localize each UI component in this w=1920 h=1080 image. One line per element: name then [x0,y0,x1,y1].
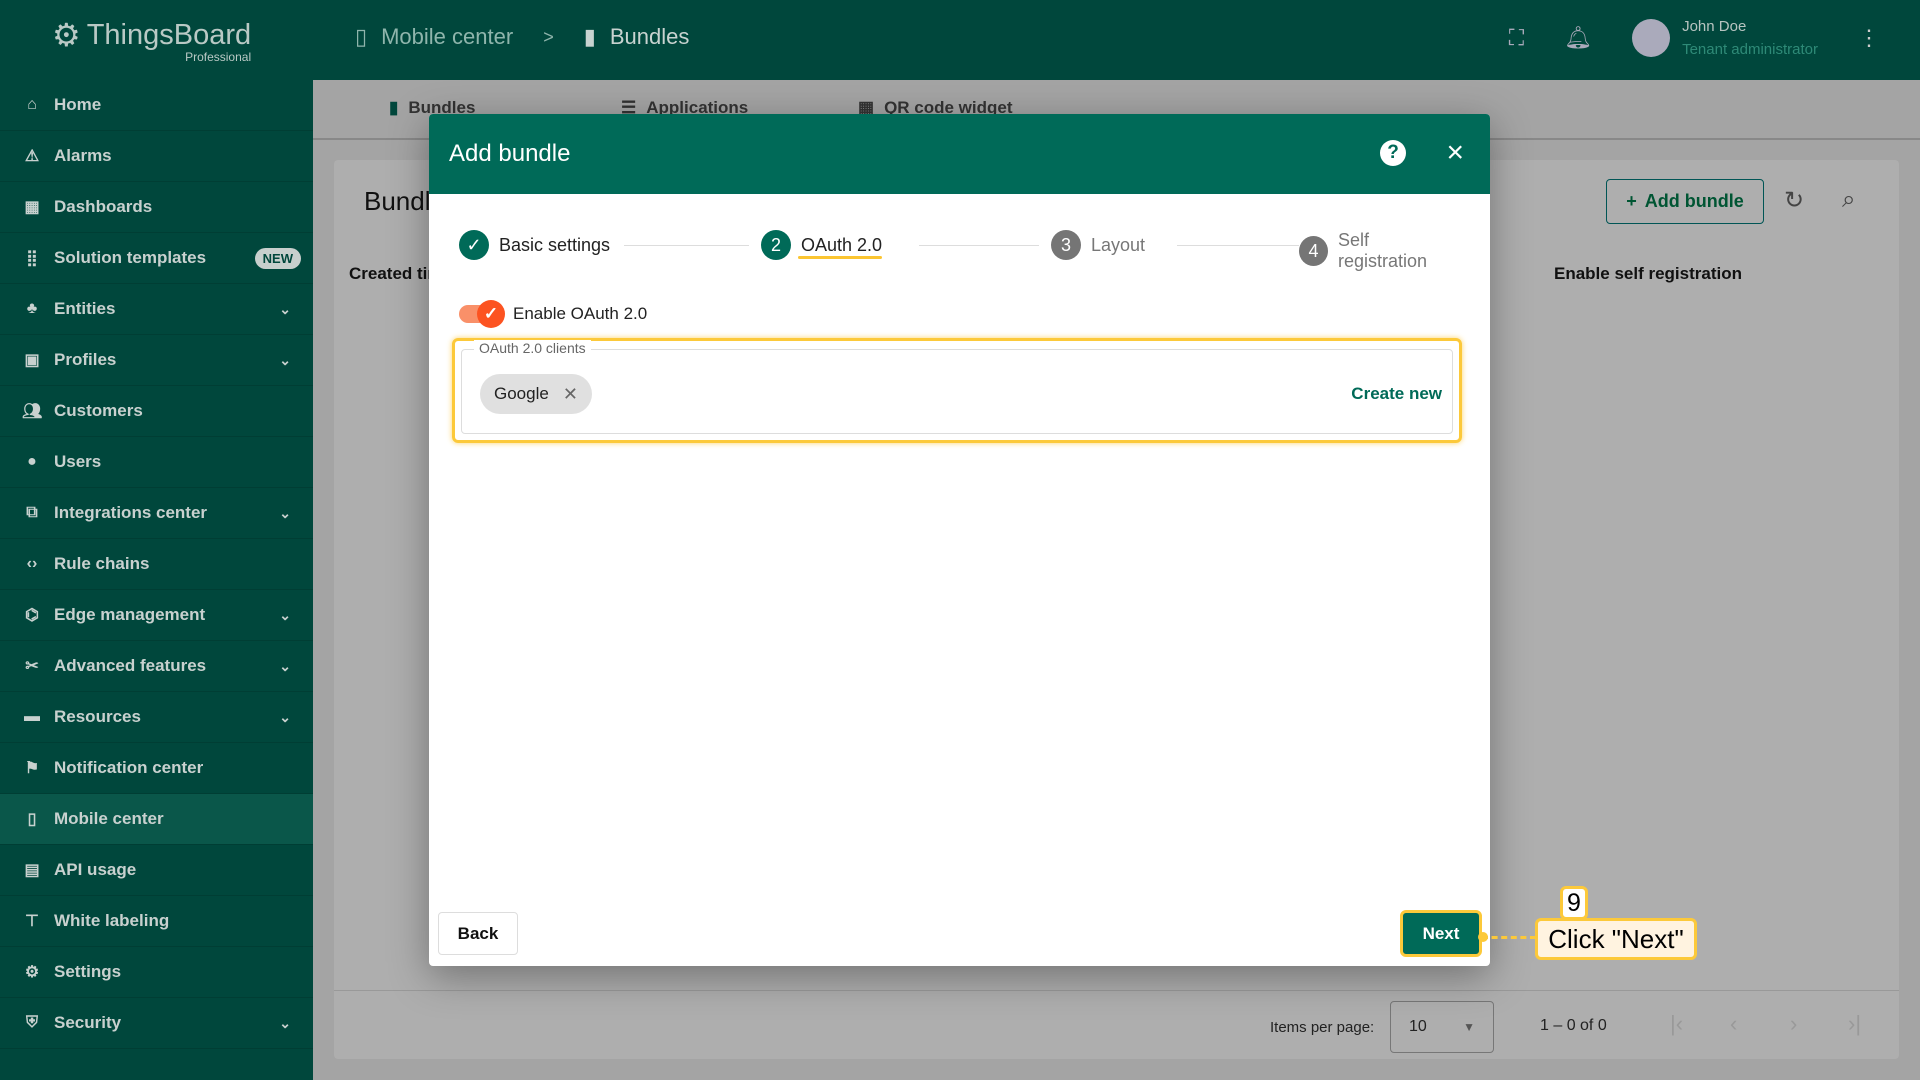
notification-icon: ⚑ [24,760,40,777]
sidebar-item-dashboards[interactable]: ▦ Dashboards [0,182,313,233]
bundle-icon: ▮ [389,98,399,117]
breadcrumb: ▯ Mobile center > ▮ Bundles [355,24,689,50]
sidebar-item-api-usage[interactable]: ▤ API usage [0,845,313,896]
tools-icon: ✂ [25,658,39,675]
logo[interactable]: ⚙ ThingsBoard Professional [52,16,251,64]
dropdown-arrow-icon: ▼ [1463,1020,1475,1034]
remove-chip-icon[interactable]: ✕ [563,384,578,405]
page-range: 1 – 0 of 0 [1540,1017,1607,1034]
step-highlight-underline [798,256,882,259]
annotation-step-number: 9 [1560,886,1588,920]
help-icon[interactable]: ? [1380,140,1406,166]
sidebar-item-users[interactable]: ● Users [0,437,313,488]
sidebar-item-security[interactable]: ⛨ Security ⌄ [0,998,313,1049]
breadcrumb-separator: > [543,26,554,47]
close-icon[interactable]: × [1446,136,1464,170]
sidebar-item-solution-templates[interactable]: ⣿ Solution templates NEW [0,233,313,284]
sidebar-item-rule-chains[interactable]: ‹› Rule chains [0,539,313,590]
check-icon: ✓ [477,300,505,328]
dashboard-icon: ▦ [24,199,40,216]
enable-oauth-toggle[interactable]: ✓ Enable OAuth 2.0 [459,300,647,328]
edge-icon: ⌬ [25,607,39,624]
people-icon: 👥︎ [22,403,43,420]
chip-google[interactable]: Google ✕ [480,374,592,414]
callout-connector [1482,936,1536,939]
chevron-down-icon[interactable]: ⌄ [279,607,291,624]
folder-icon: ▬ [24,708,40,725]
shield-icon: ⛨ [25,1014,38,1031]
home-icon: ⌂ [27,96,37,113]
thingsboard-logo-icon: ⚙ [52,17,81,53]
add-bundle-button[interactable]: + Add bundle [1606,179,1764,224]
prev-page-icon[interactable]: ‹ [1730,1011,1737,1037]
sidebar: ⌂ Home ⚠ Alarms ▦ Dashboards ⣿ Solution templat… [0,80,313,1080]
step-self-registration[interactable]: 4 Self registration [1299,230,1469,272]
next-page-icon[interactable]: › [1790,1011,1797,1037]
code-icon: ‹› [26,555,38,572]
sidebar-item-edge-management[interactable]: ⌬ Edge management ⌄ [0,590,313,641]
chevron-down-icon[interactable]: ⌄ [279,301,291,318]
chevron-down-icon[interactable]: ⌄ [279,658,291,675]
breadcrumb-current: Bundles [609,24,690,49]
sidebar-item-profiles[interactable]: ▣ Profiles ⌄ [0,335,313,386]
bundle-icon: ▮ [583,24,596,49]
back-button[interactable]: Back [438,912,518,955]
annotation-callout: Click "Next" [1535,918,1697,960]
avatar [1632,19,1671,57]
chevron-down-icon[interactable]: ⌄ [279,352,291,369]
sidebar-item-resources[interactable]: ▬ Resources ⌄ [0,692,313,743]
callout-dot [1478,932,1488,942]
gear-icon: ⚙ [24,964,40,981]
warning-icon: ⚠ [24,148,40,165]
paginator: Items per page: 10 ▼ 1 – 0 of 0 |‹ ‹ › ›| [334,990,1899,1059]
sidebar-item-integrations-center[interactable]: ⧉ Integrations center ⌄ [0,488,313,539]
new-badge: NEW [254,247,301,269]
refresh-icon[interactable]: ↻ [1784,186,1804,215]
grid-icon: ⣿ [26,250,38,267]
breadcrumb-parent[interactable]: Mobile center [381,24,513,50]
mobile-icon: ▯ [27,811,37,828]
mobile-icon: ▯ [355,24,368,49]
bell-icon[interactable]: 🔔︎ [1564,25,1592,51]
chart-icon: ▤ [24,862,40,879]
paint-icon: ⊤ [25,913,39,930]
user-icon: ● [27,453,37,470]
oauth-clients-field[interactable]: OAuth 2.0 clients Google ✕ Create new [461,340,1453,434]
top-bar: ⚙ ThingsBoard Professional ▯ Mobile cent… [0,0,1920,80]
last-page-icon[interactable]: ›| [1848,1011,1861,1037]
step-layout[interactable]: 3 Layout [1051,230,1156,260]
more-vert-icon[interactable]: ⋮ [1858,25,1880,51]
sidebar-item-settings[interactable]: ⚙ Settings [0,947,313,998]
next-button[interactable]: Next [1400,910,1482,957]
profiles-icon: ▣ [24,352,40,369]
chevron-down-icon[interactable]: ⌄ [279,505,291,522]
sidebar-item-home[interactable]: ⌂ Home [0,80,313,131]
highlight-box: OAuth 2.0 clients Google ✕ Create new [452,338,1462,443]
sidebar-item-advanced-features[interactable]: ✂ Advanced features ⌄ [0,641,313,692]
chevron-down-icon[interactable]: ⌄ [279,709,291,726]
first-page-icon[interactable]: |‹ [1670,1011,1683,1037]
fullscreen-icon[interactable]: ⛶ [1509,25,1524,51]
create-new-link[interactable]: Create new [1351,384,1442,404]
integrations-icon: ⧉ [26,504,38,521]
user-menu[interactable]: John Doe Tenant administrator [1632,18,1818,58]
sidebar-item-notification-center[interactable]: ⚑ Notification center [0,743,313,794]
search-icon[interactable]: ⌕ [1842,186,1855,214]
add-bundle-dialog: Add bundle ? × ✓ Basic settings 2 OAuth 2.… [429,114,1490,966]
plus-icon: + [1626,191,1637,211]
sidebar-item-entities[interactable]: ♣ Entities ⌄ [0,284,313,335]
dialog-title: Add bundle [449,140,571,167]
items-per-page-select[interactable]: 10 ▼ [1390,1001,1494,1053]
chevron-down-icon[interactable]: ⌄ [279,1015,291,1032]
sidebar-item-white-labeling[interactable]: ⊤ White labeling [0,896,313,947]
column-enable-self-registration[interactable]: Enable self registration [1554,264,1742,284]
sidebar-item-mobile-center[interactable]: ▯ Mobile center [0,794,313,845]
sidebar-item-customers[interactable]: 👥︎ Customers [0,386,313,437]
sidebar-item-alarms[interactable]: ⚠ Alarms [0,131,313,182]
entities-icon: ♣ [26,300,38,317]
stepper: ✓ Basic settings 2 OAuth 2.0 3 Layout 4 Self… [459,230,1469,272]
step-basic-settings[interactable]: ✓ Basic settings [459,230,621,260]
